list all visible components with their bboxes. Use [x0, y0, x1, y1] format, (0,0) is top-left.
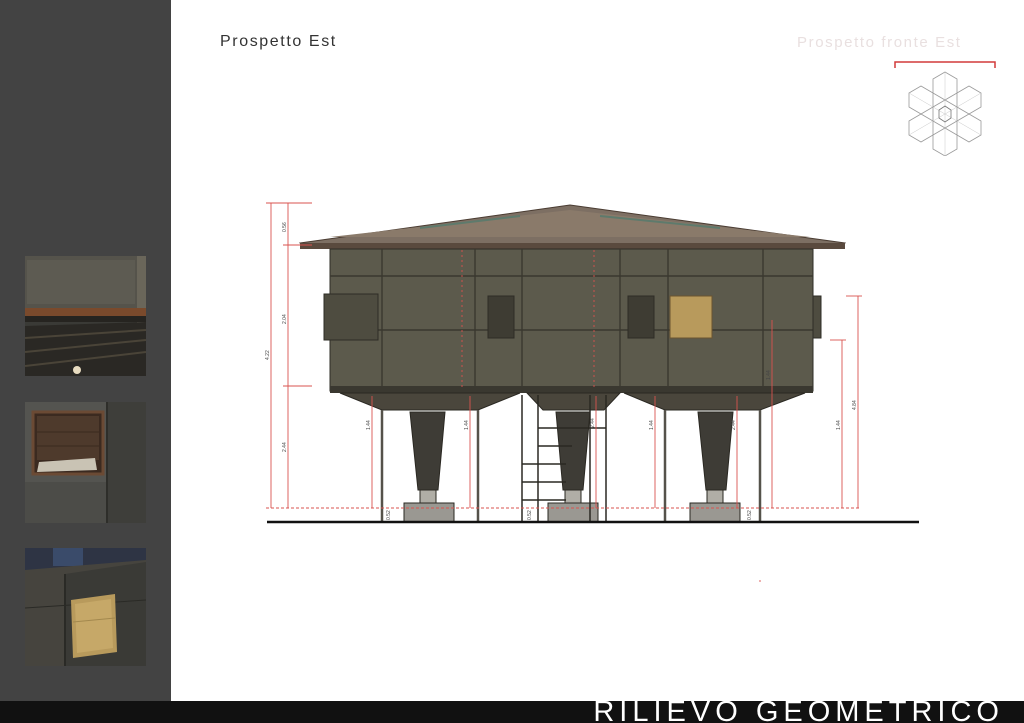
dim-base-2: 0.52 — [527, 510, 533, 520]
dim-column-2: 1.44 — [464, 420, 470, 430]
dim-left-segment-1: 0.56 — [282, 222, 288, 232]
dim-left-segment-2: 2.04 — [282, 314, 288, 324]
dim-right-inner: 1.44 — [836, 420, 842, 430]
elevation-drawing: 4.22 0.56 2.04 2.44 1.44 1.44 2.44 1.44 … — [265, 202, 919, 582]
dim-column-6: 1.44 — [766, 370, 772, 380]
footer-bar: RILIEVO GEOMETRICO — [0, 701, 1024, 723]
dim-column-5: 2.44 — [731, 420, 737, 430]
footer-title: RILIEVO GEOMETRICO — [593, 701, 1004, 723]
dim-base-3: 0.52 — [747, 510, 753, 520]
roof — [298, 204, 847, 249]
dim-left-segment-3: 2.44 — [282, 442, 288, 452]
dim-column-4: 1.44 — [649, 420, 655, 430]
dim-base-1: 0.52 — [386, 510, 392, 520]
dim-left-overall: 4.22 — [265, 350, 271, 360]
dim-column-1: 1.44 — [366, 420, 372, 430]
dim-right-overall: 4.84 — [852, 400, 858, 410]
dim-column-3: 2.44 — [590, 418, 596, 428]
substructure — [339, 392, 806, 523]
cladding-body — [323, 248, 822, 393]
